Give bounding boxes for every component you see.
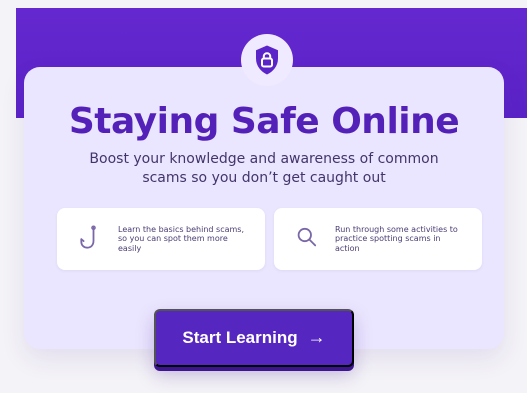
staying-safe-online-page: Staying Safe Online Boost your knowledge… xyxy=(0,0,527,393)
shield-badge xyxy=(241,34,293,86)
fishing-hook-icon xyxy=(79,225,101,253)
page-subtitle: Boost your knowledge and awareness of co… xyxy=(89,151,439,186)
shield-lock-icon xyxy=(256,45,278,75)
learn-basics-text: Learn the basics behind scams, so you ca… xyxy=(118,224,245,253)
learn-basics-card: Learn the basics behind scams, so you ca… xyxy=(57,208,265,270)
magnifying-glass-icon xyxy=(296,225,318,253)
practice-activities-text: Run through some activities to practice … xyxy=(335,224,458,253)
start-learning-button[interactable]: Start Learning → xyxy=(154,309,354,367)
page-title: Staying Safe Online xyxy=(68,101,460,142)
practice-activities-card: Run through some activities to practice … xyxy=(274,208,482,270)
start-learning-label: Start Learning xyxy=(182,328,298,347)
arrow-right-icon: → xyxy=(307,327,326,347)
